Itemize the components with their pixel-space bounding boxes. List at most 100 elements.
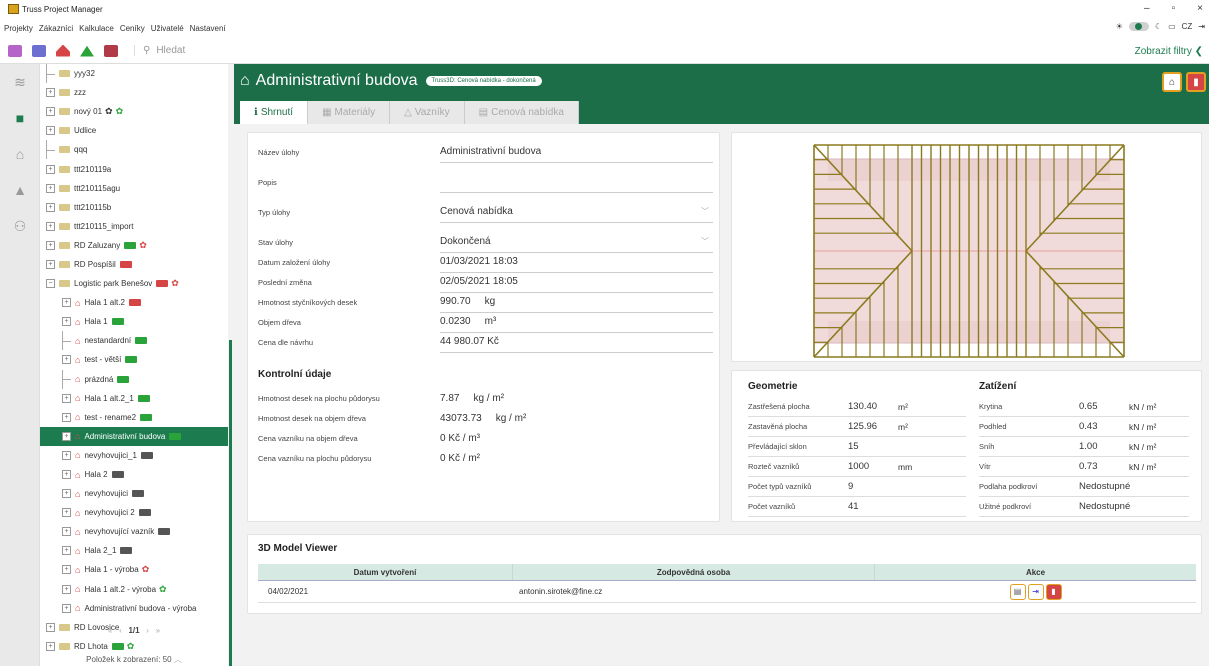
tree-node[interactable]: − Logistic park Benešov ✿ [40, 274, 228, 293]
next-page-button[interactable]: › [146, 626, 149, 635]
maximize-icon[interactable]: ▫ [1172, 3, 1176, 14]
expand-icon[interactable]: + [62, 298, 71, 308]
expand-icon[interactable]: + [62, 527, 71, 537]
menu-item-3[interactable]: Ceníky [120, 24, 145, 33]
tree-node[interactable]: + nový 01 ✿ ✿ [40, 102, 228, 121]
form-value[interactable]: 01/03/2021 18:03 [440, 251, 713, 273]
tab-0[interactable]: ℹ Shrnutí [240, 101, 309, 124]
search-input[interactable]: Hledat [156, 45, 185, 56]
tree-scrollbar[interactable] [229, 340, 232, 666]
theme-toggle[interactable] [1128, 22, 1149, 31]
tree-node[interactable]: + ⌂ Hala 1 alt.2 - výroba ✿ [40, 580, 228, 599]
open-model-button[interactable]: ▤ [1009, 583, 1026, 600]
close-icon[interactable]: × [1197, 3, 1203, 14]
expand-icon[interactable]: + [62, 489, 71, 499]
tree-node[interactable]: + ⌂ nevyhovujici [40, 484, 228, 503]
tree-node[interactable]: ⌂ nestandardní [40, 331, 228, 351]
tree-node[interactable]: + ⌂ nevyhovujici 2 [40, 503, 228, 522]
expand-icon[interactable]: + [46, 126, 55, 136]
form-value[interactable]: Cenová nabídka ﹀ [440, 201, 713, 223]
tree-node[interactable]: + ⌂ Hala 1 alt.2 [40, 293, 228, 312]
expand-icon[interactable]: + [62, 450, 71, 460]
mountain-icon[interactable] [80, 45, 94, 57]
tree-node[interactable]: + ⌂ test - rename2 [40, 408, 228, 427]
prev-page-button[interactable]: ‹ [119, 626, 122, 635]
tree-node[interactable]: + ttt210115agu [40, 179, 228, 198]
tree-node[interactable]: + ⌂ Hala 2_1 [40, 541, 228, 560]
collapse-icon[interactable]: − [46, 279, 55, 289]
menu-item-2[interactable]: Kalkulace [79, 24, 114, 33]
tree-node[interactable]: + zzz [40, 83, 228, 102]
expand-icon[interactable]: + [62, 508, 71, 518]
tree-node[interactable]: yyy32 [40, 64, 228, 84]
tree-node[interactable]: + ⌂ Hala 2 [40, 465, 228, 484]
tree-node[interactable]: + Udlice [40, 121, 228, 140]
tree-node[interactable]: + ttt210119a [40, 159, 228, 178]
tree-node[interactable]: + ⌂ nevyhovující vazník [40, 522, 228, 541]
tree-node[interactable]: + RD Pospíšil [40, 255, 228, 274]
book-icon[interactable] [104, 44, 118, 57]
tab-3[interactable]: ▤ Cenová nabídka [464, 101, 579, 124]
tree-node[interactable]: + ttt210115b [40, 198, 228, 217]
expand-icon[interactable]: + [62, 603, 71, 613]
expand-icon[interactable]: + [46, 164, 55, 174]
tree-node[interactable]: + ⌂ Hala 1 alt.2_1 [40, 389, 228, 408]
form-value[interactable]: 0.0230 m³ [440, 311, 713, 333]
expand-icon[interactable]: + [62, 584, 71, 594]
delete-row-button[interactable]: ▮ [1045, 583, 1062, 600]
expand-icon[interactable]: + [46, 183, 55, 193]
expand-icon[interactable]: + [46, 259, 55, 269]
minimize-icon[interactable]: – [1144, 3, 1150, 14]
form-value[interactable] [440, 171, 713, 193]
menu-item-5[interactable]: Nastavení [190, 24, 226, 33]
menu-item-0[interactable]: Projekty [4, 24, 33, 33]
mountain-nav-icon[interactable]: ▲ [0, 172, 40, 208]
tree-node[interactable]: + ⌂ Administrativní budova - výroba [40, 599, 228, 618]
new-folder-icon[interactable] [8, 44, 22, 57]
language-label[interactable]: CZ [1182, 22, 1193, 31]
expand-icon[interactable]: + [62, 317, 71, 327]
expand-icon[interactable]: + [62, 355, 71, 365]
tree-node[interactable]: qqq [40, 140, 228, 160]
projects-icon[interactable]: ■ [0, 100, 40, 136]
tab-2[interactable]: △ Vazníky [390, 101, 465, 124]
model-button[interactable]: ⌂ [1162, 72, 1182, 92]
home-icon[interactable]: ⌂ [0, 136, 40, 172]
expand-icon[interactable]: + [62, 546, 71, 556]
form-value[interactable]: 990.70 kg [440, 291, 713, 313]
form-value[interactable]: 02/05/2021 18:05 [440, 271, 713, 293]
menu-item-4[interactable]: Uživatelé [151, 24, 184, 33]
tree-node[interactable]: + ⌂ Hala 1 [40, 312, 228, 331]
expand-icon[interactable]: + [62, 565, 71, 575]
expand-icon[interactable]: + [62, 393, 71, 403]
expand-icon[interactable]: + [46, 202, 55, 212]
house-icon[interactable] [56, 44, 70, 57]
last-page-button[interactable]: » [156, 626, 160, 635]
tree-icon[interactable] [32, 44, 46, 57]
layers-icon[interactable]: ≋ [0, 64, 40, 100]
users-icon[interactable]: ⚇ [0, 208, 40, 244]
tree-node[interactable]: ⌂ prázdná [40, 369, 228, 389]
tree-node[interactable]: + ⌂ Administrativní budova [40, 426, 228, 446]
export-button[interactable]: ⇥ [1027, 583, 1044, 600]
tree-node[interactable]: + ttt210115_import [40, 217, 228, 236]
expand-icon[interactable]: + [62, 412, 71, 422]
form-value[interactable]: 44 980.07 Kč [440, 331, 713, 353]
logout-icon[interactable]: ⇥ [1198, 22, 1205, 31]
expand-icon[interactable]: + [46, 641, 55, 651]
expand-icon[interactable]: + [62, 431, 71, 441]
tree-node[interactable]: + ⌂ nevyhovujici_1 [40, 446, 228, 465]
search-box[interactable]: ⚲ Hledat [134, 45, 185, 56]
tree-node[interactable]: + ⌂ test - větší [40, 350, 228, 369]
menu-item-1[interactable]: Zákazníci [39, 24, 73, 33]
expand-icon[interactable]: + [46, 221, 55, 231]
show-filters-link[interactable]: Zobrazit filtry ❮ [1135, 46, 1203, 57]
delete-button[interactable]: ▮ [1186, 72, 1206, 92]
first-page-button[interactable]: « [108, 626, 112, 635]
tab-1[interactable]: ▦ Materiály [308, 101, 391, 124]
expand-icon[interactable]: + [46, 107, 55, 117]
expand-icon[interactable]: + [46, 240, 55, 250]
tree-node[interactable]: + ⌂ Hala 1 - výroba ✿ [40, 560, 228, 579]
form-value[interactable]: Dokončená ﹀ [440, 231, 713, 253]
expand-icon[interactable]: + [46, 88, 55, 98]
